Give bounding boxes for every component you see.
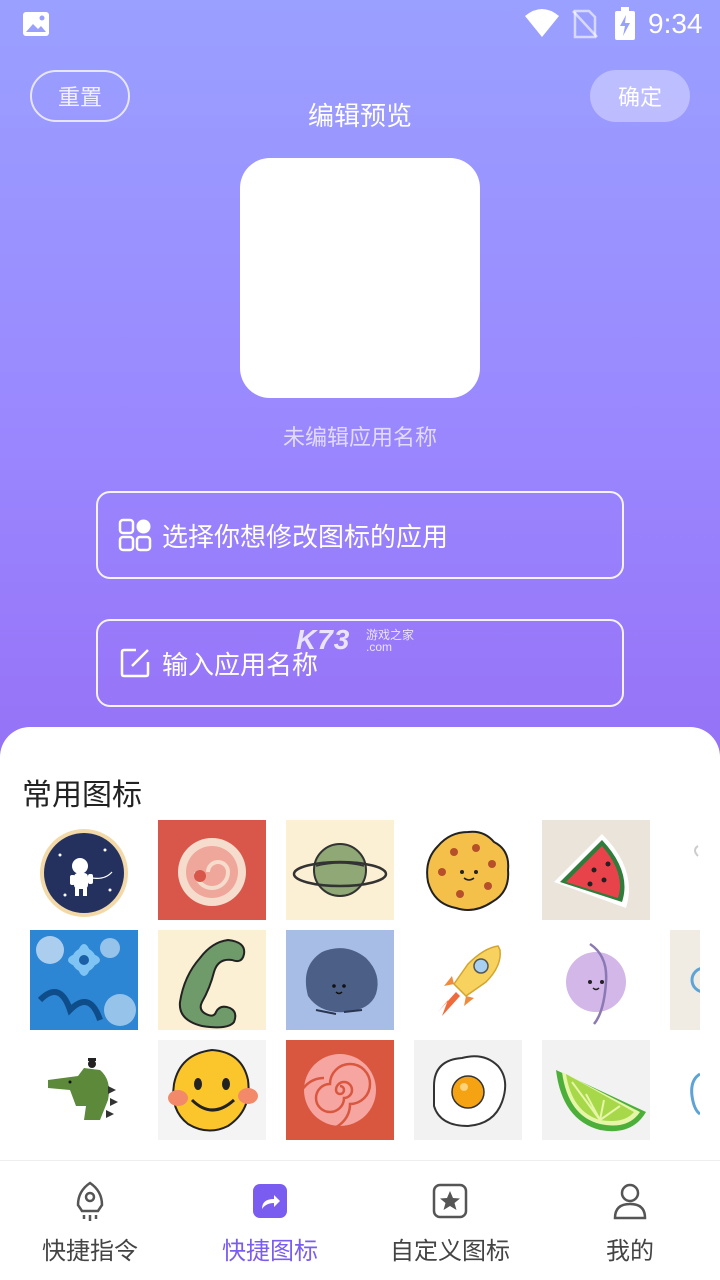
- icons-section-title: 常用图标: [22, 778, 142, 813]
- nav-quick-icons-label: 快捷图标: [222, 1237, 318, 1265]
- apps-grid-icon: [118, 518, 152, 552]
- watermark: K73 游戏之家 .com: [296, 624, 414, 656]
- cookie-icon[interactable]: [414, 820, 522, 920]
- edit-icon: [118, 646, 152, 680]
- fried-egg-icon[interactable]: [414, 1040, 522, 1140]
- nav-shortcuts[interactable]: 快捷指令: [0, 1161, 180, 1280]
- watermark-domain: .com: [366, 640, 393, 654]
- person-icon: [610, 1181, 650, 1221]
- share-arrow-icon: [250, 1181, 290, 1221]
- select-app-button[interactable]: 选择你想修改图标的应用: [96, 491, 624, 579]
- cake-roll-icon[interactable]: [158, 820, 266, 920]
- app-name-preview: 未编辑应用名称: [282, 426, 437, 451]
- purple-planet-icon[interactable]: [542, 930, 650, 1030]
- bottom-nav: 快捷指令 快捷图标 自定义图标 我的: [0, 1160, 720, 1280]
- planet-icon[interactable]: [286, 820, 394, 920]
- blue-blob-icon[interactable]: [286, 930, 394, 1030]
- rocket-outline-icon: [70, 1181, 110, 1221]
- icons-grid: [0, 820, 720, 1140]
- partial-icon[interactable]: [670, 930, 700, 1030]
- rocket-icon[interactable]: [414, 930, 522, 1030]
- battery-charging-icon: [614, 7, 636, 45]
- no-sim-icon: [572, 9, 598, 43]
- lime-slice-icon[interactable]: [542, 1040, 650, 1140]
- nav-custom-icons[interactable]: 自定义图标: [360, 1161, 540, 1280]
- green-dinosaur-icon[interactable]: [30, 1040, 138, 1140]
- status-bar: 9:34: [0, 0, 720, 50]
- astronaut-icon[interactable]: [30, 820, 138, 920]
- partial-icon[interactable]: [670, 1040, 700, 1140]
- smiley-face-icon[interactable]: [158, 1040, 266, 1140]
- nav-custom-icons-label: 自定义图标: [390, 1237, 510, 1265]
- page-title: 编辑预览: [307, 102, 412, 132]
- status-time: 9:34: [648, 8, 703, 39]
- input-name-label: 输入应用名称: [162, 650, 319, 681]
- image-icon: [22, 11, 50, 41]
- nav-shortcuts-label: 快捷指令: [42, 1237, 138, 1265]
- watermark-brand: K73: [296, 624, 351, 655]
- icon-preview: [240, 158, 480, 398]
- phone-handset-icon[interactable]: [158, 930, 266, 1030]
- pink-spiral-icon[interactable]: [286, 1040, 394, 1140]
- star-square-icon: [430, 1181, 470, 1221]
- nav-mine[interactable]: 我的: [540, 1161, 720, 1280]
- watermelon-icon[interactable]: [542, 820, 650, 920]
- blue-flower-icon[interactable]: [30, 930, 138, 1030]
- select-app-label: 选择你想修改图标的应用: [162, 522, 449, 553]
- partial-icon[interactable]: [670, 820, 700, 920]
- nav-mine-label: 我的: [606, 1237, 654, 1265]
- input-name-button[interactable]: 输入应用名称: [96, 619, 624, 707]
- wifi-icon: [524, 8, 560, 42]
- nav-quick-icons[interactable]: 快捷图标: [180, 1161, 360, 1280]
